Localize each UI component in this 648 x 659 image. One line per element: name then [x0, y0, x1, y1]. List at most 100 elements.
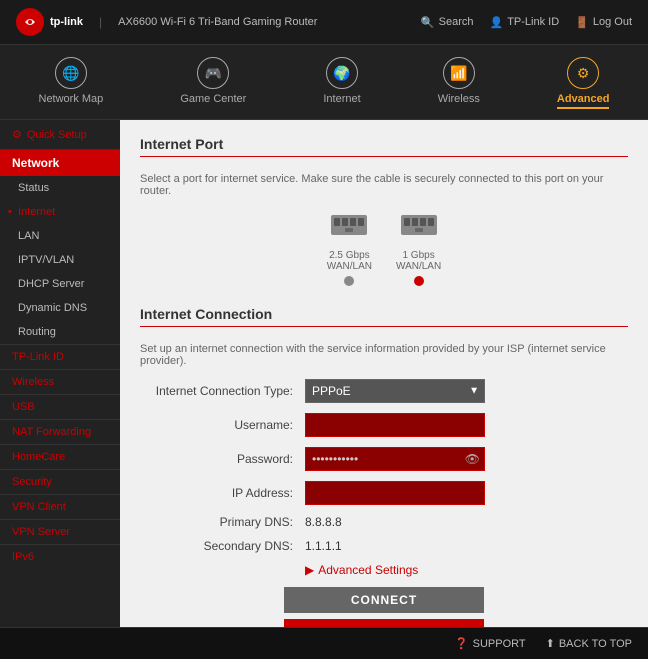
logo: tp-link: [16, 8, 83, 36]
secondary-dns-value: 1.1.1.1: [305, 539, 342, 553]
password-wrapper: 👁: [305, 447, 485, 471]
tab-network-map[interactable]: 🌐 Network Map: [23, 53, 120, 113]
network-map-icon: 🌐: [55, 57, 87, 89]
logout-icon: 🚪: [575, 16, 589, 29]
back-to-top-icon: ⬆: [546, 637, 555, 650]
main-layout: ⚙ Quick Setup Network Status Internet LA…: [0, 120, 648, 627]
username-label: Username:: [140, 418, 305, 432]
ip-address-input[interactable]: [305, 481, 485, 505]
sidebar-section-tplink-id[interactable]: TP-Link ID: [0, 344, 120, 369]
router-name: AX6600 Wi-Fi 6 Tri-Band Gaming Router: [118, 16, 317, 28]
tab-advanced-label: Advanced: [557, 93, 610, 109]
sidebar-section-vpn-client[interactable]: VPN Client: [0, 494, 120, 519]
sidebar: ⚙ Quick Setup Network Status Internet LA…: [0, 120, 120, 627]
primary-dns-label: Primary DNS:: [140, 515, 305, 529]
tab-internet[interactable]: 🌍 Internet: [307, 53, 376, 113]
top-bar: tp-link | AX6600 Wi-Fi 6 Tri-Band Gaming…: [0, 0, 648, 45]
bottom-bar: ❓ SUPPORT ⬆ BACK TO TOP: [0, 627, 648, 659]
sidebar-section-network: Network: [0, 150, 120, 176]
game-center-icon: 🎮: [197, 57, 229, 89]
internet-port-desc: Select a port for internet service. Make…: [140, 173, 628, 197]
advanced-settings-label: Advanced Settings: [318, 563, 418, 577]
connection-type-select[interactable]: PPPoE Dynamic IP Static IP L2TP PPTP: [305, 379, 485, 403]
port-25gbps-status: [344, 276, 354, 286]
advanced-icon: ⚙: [567, 57, 599, 89]
top-bar-left: tp-link | AX6600 Wi-Fi 6 Tri-Band Gaming…: [16, 8, 317, 36]
tab-game-center-label: Game Center: [180, 93, 246, 105]
arrow-right-icon: ▶: [305, 563, 314, 577]
connection-type-row: Internet Connection Type: PPPoE Dynamic …: [140, 379, 628, 403]
support-button[interactable]: ❓ SUPPORT: [455, 637, 526, 650]
user-icon: 👤: [489, 16, 503, 29]
internet-port-title: Internet Port: [140, 136, 628, 152]
sidebar-item-routing[interactable]: Routing: [0, 320, 120, 344]
tab-internet-label: Internet: [323, 93, 360, 105]
sidebar-item-iptv-vlan[interactable]: IPTV/VLAN: [0, 248, 120, 272]
secondary-dns-row: Secondary DNS: 1.1.1.1: [140, 539, 628, 553]
ip-address-row: IP Address:: [140, 481, 628, 505]
tab-advanced[interactable]: ⚙ Advanced: [541, 53, 626, 113]
password-input[interactable]: [306, 449, 461, 469]
quick-setup-label: Quick Setup: [27, 129, 87, 141]
sidebar-section-ipv6[interactable]: IPv6: [0, 544, 120, 569]
internet-connection-section: Internet Connection Set up an internet c…: [140, 306, 628, 627]
port-1gbps[interactable]: 1 GbpsWAN/LAN: [396, 209, 441, 286]
sidebar-section-homecare[interactable]: HomeCare: [0, 444, 120, 469]
internet-connection-divider: [140, 326, 628, 327]
advanced-settings-link[interactable]: ▶ Advanced Settings: [305, 563, 628, 577]
ip-address-label: IP Address:: [140, 486, 305, 500]
internet-connection-desc: Set up an internet connection with the s…: [140, 343, 628, 367]
sidebar-section-wireless[interactable]: Wireless: [0, 369, 120, 394]
logo-text: tp-link: [50, 16, 83, 28]
sidebar-item-dhcp-server[interactable]: DHCP Server: [0, 272, 120, 296]
connection-type-label: Internet Connection Type:: [140, 384, 305, 398]
secondary-dns-label: Secondary DNS:: [140, 539, 305, 553]
sidebar-section-security[interactable]: Security: [0, 469, 120, 494]
tab-wireless[interactable]: 📶 Wireless: [422, 53, 496, 113]
content-area: Internet Port Select a port for internet…: [120, 120, 648, 627]
logo-icon: [16, 8, 44, 36]
sidebar-section-usb[interactable]: USB: [0, 394, 120, 419]
settings-icon: ⚙: [12, 128, 22, 141]
username-row: Username:: [140, 413, 628, 437]
quick-setup-button[interactable]: ⚙ Quick Setup: [0, 120, 120, 150]
port-1gbps-icon: [399, 209, 439, 246]
primary-dns-row: Primary DNS: 8.8.8.8: [140, 515, 628, 529]
password-toggle-icon[interactable]: 👁: [461, 452, 484, 466]
sidebar-item-lan[interactable]: LAN: [0, 224, 120, 248]
logout-button[interactable]: 🚪 Log Out: [575, 16, 632, 29]
search-button[interactable]: 🔍 Search: [421, 16, 474, 29]
internet-icon: 🌍: [326, 57, 358, 89]
back-to-top-button[interactable]: ⬆ BACK TO TOP: [546, 637, 632, 650]
tplink-id-button[interactable]: 👤 TP-Link ID: [489, 16, 559, 29]
top-bar-right: 🔍 Search 👤 TP-Link ID 🚪 Log Out: [421, 16, 632, 29]
password-label: Password:: [140, 452, 305, 466]
back-to-top-label: BACK TO TOP: [559, 638, 632, 650]
wireless-icon: 📶: [443, 57, 475, 89]
connect-button[interactable]: CONNECT: [284, 587, 484, 613]
disconnect-button[interactable]: DISCONNECT: [284, 619, 484, 627]
sidebar-section-vpn-server[interactable]: VPN Server: [0, 519, 120, 544]
port-25gbps[interactable]: 2.5 GbpsWAN/LAN: [327, 209, 372, 286]
header-divider: |: [99, 15, 102, 29]
password-row: Password: 👁: [140, 447, 628, 471]
sidebar-item-status[interactable]: Status: [0, 176, 120, 200]
sidebar-item-internet[interactable]: Internet: [0, 200, 120, 224]
internet-connection-title: Internet Connection: [140, 306, 628, 322]
support-label: SUPPORT: [473, 638, 526, 650]
tab-game-center[interactable]: 🎮 Game Center: [164, 53, 262, 113]
port-selection: 2.5 GbpsWAN/LAN 1 GbpsWAN/LAN: [140, 209, 628, 286]
port-25gbps-label: 2.5 GbpsWAN/LAN: [327, 250, 372, 272]
sidebar-section-nat-forwarding[interactable]: NAT Forwarding: [0, 419, 120, 444]
port-1gbps-label: 1 GbpsWAN/LAN: [396, 250, 441, 272]
search-icon: 🔍: [421, 16, 435, 29]
sidebar-item-dynamic-dns[interactable]: Dynamic DNS: [0, 296, 120, 320]
tab-network-map-label: Network Map: [39, 93, 104, 105]
internet-port-divider: [140, 156, 628, 157]
tab-wireless-label: Wireless: [438, 93, 480, 105]
port-1gbps-status: [414, 276, 424, 286]
port-25gbps-icon: [329, 209, 369, 246]
username-input[interactable]: [305, 413, 485, 437]
support-icon: ❓: [455, 637, 469, 650]
nav-tabs: 🌐 Network Map 🎮 Game Center 🌍 Internet 📶…: [0, 45, 648, 120]
